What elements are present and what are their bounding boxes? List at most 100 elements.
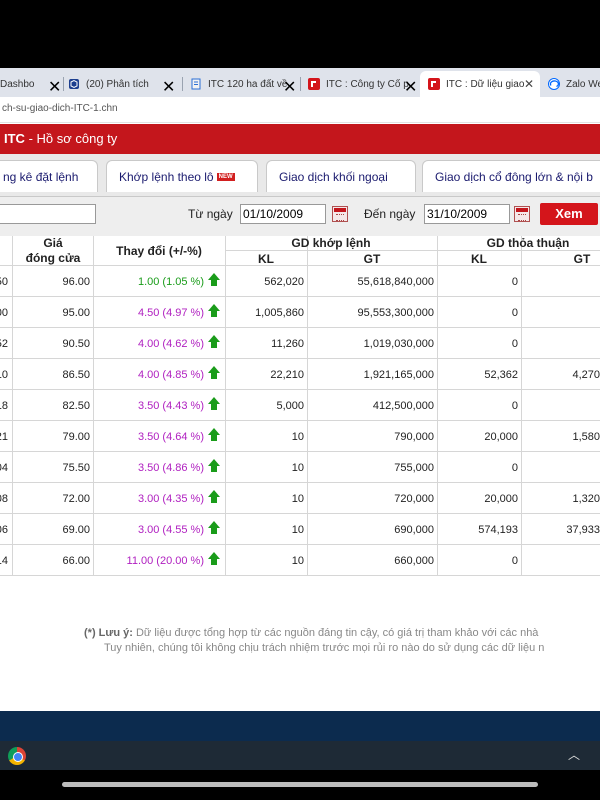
company-header: ITC - Hồ sơ công ty	[0, 124, 600, 154]
table-row-divider	[0, 358, 600, 359]
cell-close-price: 79.00	[62, 431, 90, 443]
cell-negotiated-volume: 0	[511, 307, 518, 319]
tab-label: Khớp lệnh theo lô	[119, 169, 214, 184]
cell-close-price: 86.50	[62, 369, 90, 381]
cell-change: 1.00 (1.05 %)	[137, 276, 204, 288]
cell-negotiated-volume: 20,000	[484, 431, 518, 443]
cell-negotiated-volume: 0	[511, 555, 518, 567]
close-icon[interactable]: ✕	[524, 77, 534, 91]
cell-matched-value: 720,000	[394, 493, 434, 505]
cell-matched-value: 690,000	[394, 524, 434, 536]
cell-negotiated-volume: 0	[511, 400, 518, 412]
from-date-input[interactable]: 01/10/2009	[240, 204, 326, 224]
cell-negotiated-volume: 0	[511, 462, 518, 474]
cell-close-price: 90.50	[62, 338, 90, 350]
cell-prev-value: 50	[0, 276, 8, 288]
browser-tab-label: ITC 120 ha đất về	[208, 78, 288, 90]
tab-order-statistics[interactable]: ng kê đặt lệnh	[0, 160, 98, 192]
cell-change: 4.50 (4.97 %)	[137, 307, 204, 319]
cell-change: 3.00 (4.35 %)	[137, 493, 204, 505]
cell-matched-volume: 11,260	[271, 338, 304, 350]
tab-label: Giao dịch khối ngoại	[279, 169, 388, 184]
arrow-up-icon	[208, 428, 220, 441]
to-date-input[interactable]: 31/10/2009	[424, 204, 510, 224]
close-icon[interactable]: ✕	[283, 77, 296, 97]
view-button[interactable]: Xem	[540, 203, 598, 225]
to-date-label: Đến ngày	[364, 207, 416, 221]
cell-change: 4.00 (4.85 %)	[137, 369, 204, 381]
col-header-matched: GD khớp lệnh	[291, 236, 371, 250]
new-badge: NEW	[216, 172, 235, 181]
cell-prev-value: 10	[0, 369, 8, 381]
search-input[interactable]	[0, 204, 96, 224]
tab-label: ng kê đặt lệnh	[3, 169, 79, 184]
table-column-divider	[307, 236, 308, 576]
close-icon[interactable]: ✕	[48, 77, 61, 97]
browser-tab-label: Zalo We	[566, 78, 600, 90]
disclaimer-prefix: (*) Lưu ý:	[84, 627, 133, 639]
disclaimer-line1: (*) Lưu ý: Dữ liệu được tổng hợp từ các …	[84, 627, 538, 639]
cell-matched-volume: 22,210	[270, 369, 304, 381]
cell-matched-volume: 562,020	[264, 276, 304, 288]
cell-close-price: 66.00	[62, 555, 90, 567]
close-icon[interactable]: ✕	[404, 77, 417, 97]
cell-negotiated-volume: 574,193	[478, 524, 518, 536]
table-row-divider	[226, 250, 600, 251]
arrow-up-icon	[208, 490, 220, 503]
browser-tab-itc-trading-data[interactable]: ITC : Dữ liệu giao ✕	[420, 71, 540, 97]
cell-change: 4.00 (4.62 %)	[137, 338, 204, 350]
col-header-negotiated: GD thỏa thuận	[486, 236, 570, 250]
table-column-divider	[521, 236, 522, 576]
zalo-icon	[548, 78, 560, 90]
browser-tab-strip: Dashbo ✕ (20) Phân tích ✕ ITC 120 ha đất…	[0, 68, 600, 97]
cell-negotiated-value: 37,933	[566, 524, 600, 536]
cell-change: 3.50 (4.64 %)	[137, 431, 204, 443]
table-row-divider	[0, 513, 600, 514]
arrow-up-icon	[208, 397, 220, 410]
cell-matched-value: 55,618,840,000	[357, 276, 434, 288]
page-title: ITC - Hồ sơ công ty	[4, 131, 117, 146]
chevron-up-icon[interactable]: ︿	[568, 746, 580, 763]
cell-matched-volume: 1,005,860	[255, 307, 304, 319]
browser-tab-label: ITC : Dữ liệu giao	[446, 78, 524, 90]
browser-tab-label: (20) Phân tích	[86, 78, 149, 90]
chrome-icon[interactable]	[8, 747, 26, 765]
table-column-divider	[437, 236, 438, 576]
address-bar[interactable]: ch-su-giao-dich-ITC-1.chn	[0, 97, 600, 123]
tab-foreign-trading[interactable]: Giao dịch khối ngoại	[266, 160, 416, 192]
col-header-matched-gt: GT	[363, 252, 381, 266]
cell-matched-value: 660,000	[394, 555, 434, 567]
browser-tab-zalo[interactable]: Zalo We	[548, 71, 600, 97]
table-row-divider	[0, 451, 600, 452]
cell-close-price: 82.50	[62, 400, 90, 412]
home-indicator[interactable]	[62, 782, 538, 787]
col-header-change: Thay đổi (+/-%)	[116, 244, 202, 258]
page-subtitle: Hồ sơ công ty	[36, 131, 118, 146]
table-row-divider	[0, 420, 600, 421]
cell-negotiated-volume: 20,000	[484, 493, 518, 505]
cell-prev-value: 21	[0, 431, 8, 443]
col-header-close-line2: đóng cửa	[25, 251, 81, 265]
close-icon[interactable]: ✕	[162, 77, 175, 97]
cell-matched-value: 1,921,165,000	[363, 369, 434, 381]
tab-matched-by-lot[interactable]: Khớp lệnh theo lô NEW	[106, 160, 258, 192]
table-row-divider	[0, 575, 600, 576]
arrow-up-icon	[208, 459, 220, 472]
section-tabs: ng kê đặt lệnh Khớp lệnh theo lô NEW Gia…	[0, 154, 600, 196]
cell-matched-volume: 10	[291, 493, 304, 505]
table-row-divider	[0, 389, 600, 390]
browser-tab-itc-company[interactable]: ITC : Công ty Cổ p	[308, 71, 418, 97]
page-icon	[190, 78, 202, 90]
disclaimer-text: Dữ liệu được tổng hợp từ các nguồn đáng …	[132, 627, 539, 639]
from-date-label: Từ ngày	[188, 207, 233, 221]
calendar-icon[interactable]	[514, 206, 530, 222]
cell-negotiated-volume: 0	[511, 276, 518, 288]
col-header-negotiated-kl: KL	[471, 252, 487, 266]
calendar-icon[interactable]	[332, 206, 348, 222]
taskbar: ︿	[0, 741, 600, 770]
red-logo-icon	[428, 78, 440, 90]
tab-major-shareholder-trading[interactable]: Giao dịch cổ đông lớn & nội b	[422, 160, 600, 192]
cell-negotiated-value: 4,270	[572, 369, 600, 381]
arrow-up-icon	[208, 366, 220, 379]
cell-close-price: 72.00	[62, 493, 90, 505]
